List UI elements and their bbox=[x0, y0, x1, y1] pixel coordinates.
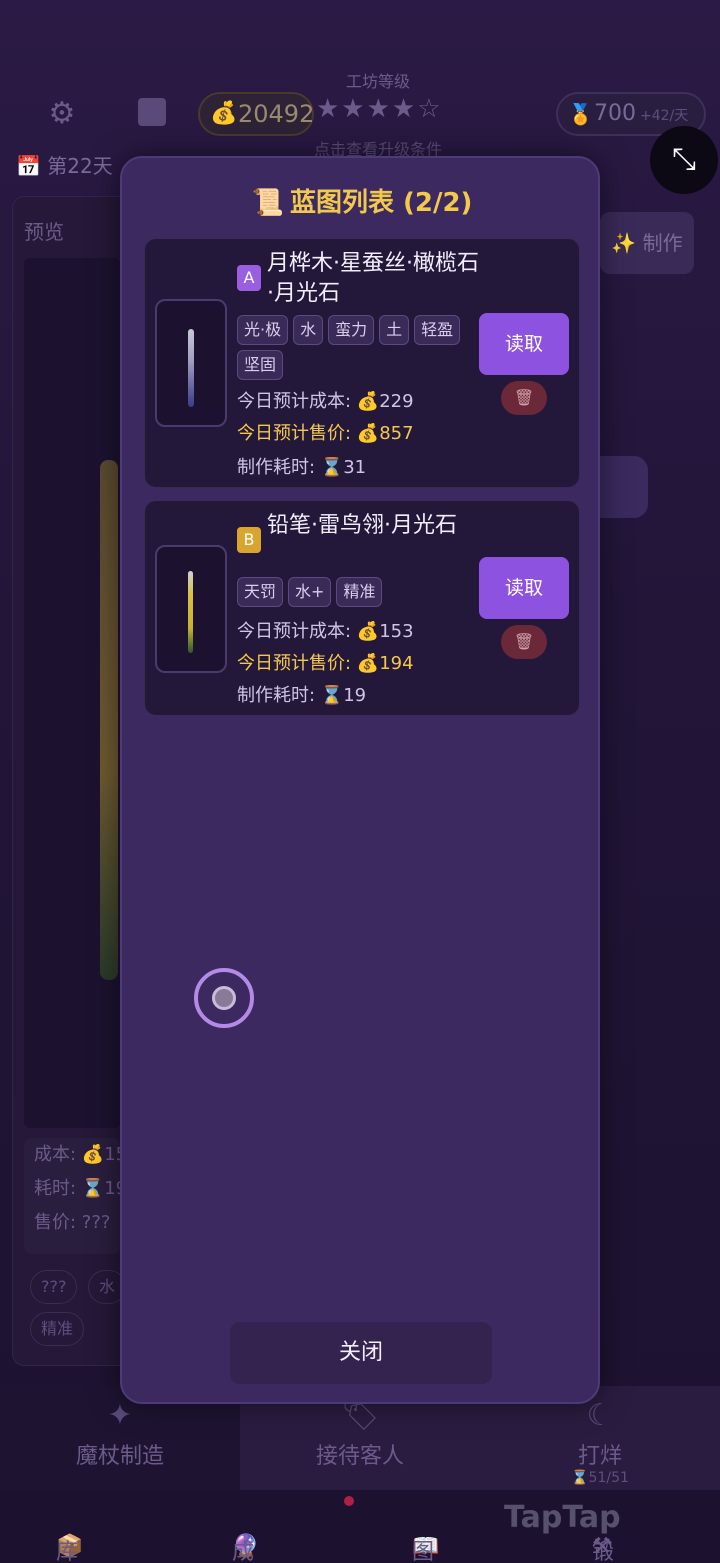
blueprint-name: 月桦木·星蚕丝·橄榄石·月光石 bbox=[267, 251, 479, 306]
blueprint-tags: 天罚 水+ 精准 bbox=[237, 577, 467, 607]
wand-thumbnail bbox=[155, 545, 227, 673]
calendar-icon: 📅 bbox=[16, 154, 41, 178]
attribute-tag: 光·极 bbox=[237, 315, 289, 345]
blueprint-tags: 光·极 水 蛮力 土 轻盈 坚固 bbox=[237, 315, 467, 380]
estimated-cost: 今日预计成本: 💰229 bbox=[237, 391, 414, 412]
day-label: 📅 第22天 bbox=[16, 150, 113, 179]
stat-cost: 成本: 💰15 bbox=[34, 1144, 120, 1165]
craft-button[interactable]: ✨ 制作 bbox=[600, 212, 694, 274]
coin-value: 20492 bbox=[238, 100, 315, 128]
attribute-tag: 精准 bbox=[336, 577, 383, 607]
day-value: 第22天 bbox=[47, 154, 113, 178]
touch-indicator-dot bbox=[212, 986, 236, 1010]
wand-image bbox=[188, 571, 193, 653]
estimated-price: 今日预计售价: 💰857 bbox=[237, 423, 414, 444]
attribute-tag: 天罚 bbox=[237, 577, 284, 607]
taptap-watermark: TapTap bbox=[504, 1500, 621, 1535]
stat-price: 售价: ??? bbox=[34, 1212, 111, 1233]
moon-icon: ☾ bbox=[586, 1398, 614, 1433]
coin-counter: 💰 20492 bbox=[198, 92, 314, 136]
preview-label: 预览 bbox=[24, 220, 64, 244]
tab-sub: ⌛51/51 bbox=[571, 1470, 629, 1486]
attribute-tag: 蛮力 bbox=[328, 315, 375, 345]
blueprint-name: 铅笔·雷鸟翎·月光石 bbox=[267, 513, 457, 538]
grade-badge: B bbox=[237, 527, 261, 553]
delete-button[interactable]: 🗑 bbox=[501, 381, 547, 415]
trash-icon: 🗑 bbox=[513, 388, 535, 407]
preview-tag: ??? bbox=[30, 1270, 78, 1304]
tab-label: 魔杖制造 bbox=[75, 1444, 164, 1469]
collapse-icon: ⤡ bbox=[672, 142, 696, 177]
medal-rate: +42/天 bbox=[640, 108, 689, 124]
blueprint-card: A 月桦木·星蚕丝·橄榄石·月光石 光·极 水 蛮力 土 轻盈 坚固 今日预计成… bbox=[144, 238, 580, 488]
gear-icon[interactable]: ⚙ bbox=[46, 98, 78, 130]
attribute-tag: 水 bbox=[293, 315, 324, 345]
notification-dot bbox=[344, 1496, 354, 1506]
tab-label: 打烊 bbox=[577, 1444, 622, 1469]
side-panel-button[interactable] bbox=[600, 456, 648, 518]
blueprint-list-dialog: 📜 蓝图列表 (2/2) A 月桦木·星蚕丝·橄榄石·月光石 光·极 水 蛮力 土… bbox=[120, 156, 600, 1404]
estimated-cost: 今日预计成本: 💰153 bbox=[237, 621, 414, 642]
tab-label: 接待客人 bbox=[315, 1444, 404, 1469]
trash-icon: 🗑 bbox=[513, 632, 535, 651]
preview-stats: 成本: 💰15 耗时: ⌛19 售价: ??? bbox=[24, 1138, 120, 1254]
attribute-tag: 轻盈 bbox=[414, 315, 461, 345]
read-button[interactable]: 读取 bbox=[479, 557, 569, 619]
stat-time: 耗时: ⌛19 bbox=[34, 1178, 120, 1199]
touch-indicator bbox=[194, 968, 254, 1028]
delete-button[interactable]: 🗑 bbox=[501, 625, 547, 659]
wand-thumbnail bbox=[155, 299, 227, 427]
wand-preview-image bbox=[100, 460, 118, 980]
craft-time: 制作耗时: ⌛31 bbox=[237, 457, 367, 478]
attribute-tag: 坚固 bbox=[237, 350, 284, 380]
workshop-level-label: 工坊等级 bbox=[345, 72, 410, 91]
preview-tag: 精准 bbox=[30, 1312, 85, 1346]
money-bag-icon: 💰 bbox=[210, 101, 238, 126]
close-button[interactable]: 关闭 bbox=[230, 1322, 492, 1384]
dialog-title: 📜 蓝图列表 (2/2) bbox=[251, 188, 473, 218]
medal-icon: 🏅 bbox=[568, 102, 593, 126]
attribute-tag: 水+ bbox=[288, 577, 332, 607]
craft-time: 制作耗时: ⌛19 bbox=[237, 685, 367, 706]
medal-value: 700 bbox=[594, 101, 636, 126]
workshop-stars[interactable]: ★★★★☆ bbox=[316, 94, 443, 124]
estimated-price: 今日预计售价: 💰194 bbox=[237, 653, 414, 674]
wand-image bbox=[188, 329, 194, 407]
wand-icon: ✦ bbox=[107, 1398, 133, 1433]
newspaper-icon[interactable] bbox=[138, 98, 166, 126]
grade-badge: A bbox=[237, 265, 261, 291]
attribute-tag: 土 bbox=[379, 315, 410, 345]
read-button[interactable]: 读取 bbox=[479, 313, 569, 375]
tag-icon: 🏷 bbox=[340, 1398, 380, 1433]
exit-fullscreen-button[interactable]: ⤡ bbox=[650, 126, 718, 194]
scroll-icon: 📜 bbox=[251, 188, 284, 218]
blueprint-card: B 铅笔·雷鸟翎·月光石 天罚 水+ 精准 今日预计成本: 💰153 今日预计售… bbox=[144, 500, 580, 716]
